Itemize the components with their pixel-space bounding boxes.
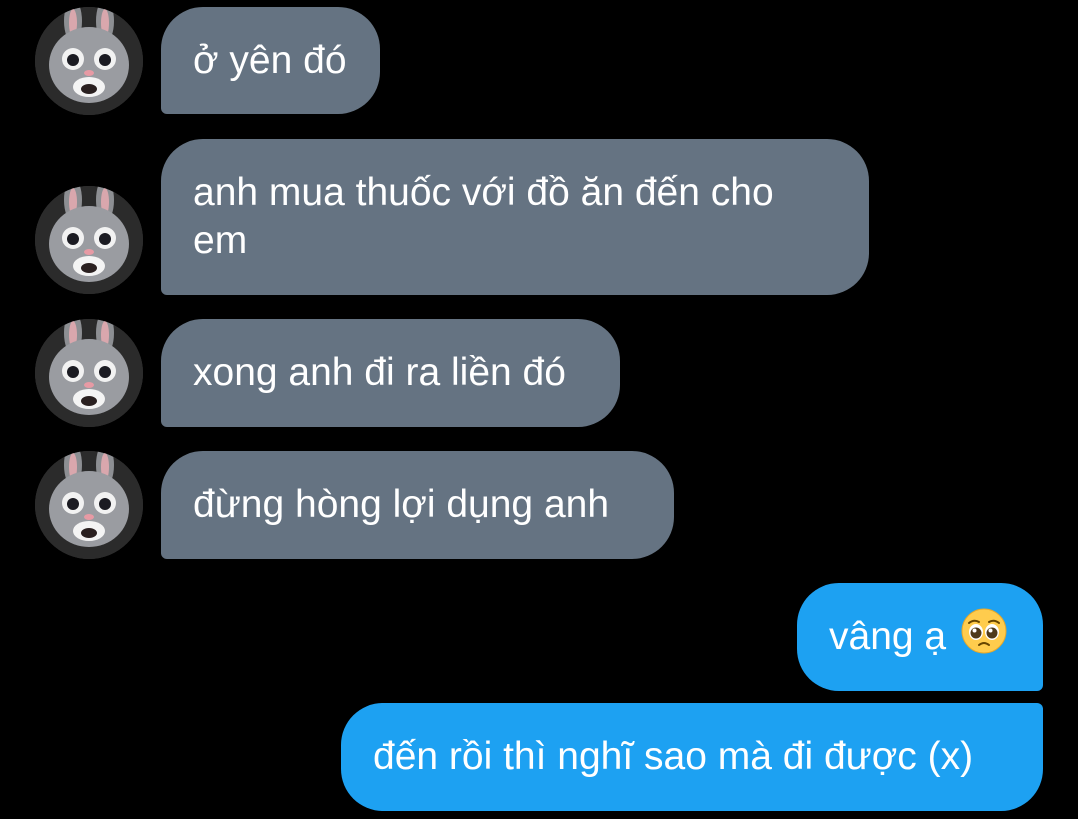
message-bubble-outgoing[interactable]: đến rồi thì nghĩ sao mà đi được (x) xyxy=(341,703,1043,811)
bunny-avatar-icon xyxy=(35,451,143,559)
message-text: xong anh đi ra liền đó xyxy=(193,351,566,394)
message-bubble-incoming[interactable]: ở yên đó xyxy=(161,7,380,114)
message-text: anh mua thuốc với đồ ăn đến cho em xyxy=(193,171,774,262)
avatar[interactable] xyxy=(35,186,143,294)
bunny-avatar-icon xyxy=(35,7,143,115)
message-bubble-incoming[interactable]: anh mua thuốc với đồ ăn đến cho em xyxy=(161,139,869,295)
message-text: ở yên đó xyxy=(193,38,347,82)
bunny-avatar-icon xyxy=(35,186,143,294)
message-text: đừng hòng lợi dụng anh xyxy=(193,483,610,526)
message-bubble-incoming[interactable]: đừng hòng lợi dụng anh xyxy=(161,451,674,559)
message-text: đến rồi thì nghĩ sao mà đi được (x) xyxy=(373,735,974,778)
avatar[interactable] xyxy=(35,451,143,559)
message-bubble-incoming[interactable]: xong anh đi ra liền đó xyxy=(161,319,620,427)
pleading-face-icon xyxy=(960,607,1008,667)
avatar[interactable] xyxy=(35,319,143,427)
message-text: vâng ạ xyxy=(829,615,947,658)
bunny-avatar-icon xyxy=(35,319,143,427)
message-bubble-outgoing[interactable]: vâng ạ xyxy=(797,583,1043,691)
avatar[interactable] xyxy=(35,7,143,115)
